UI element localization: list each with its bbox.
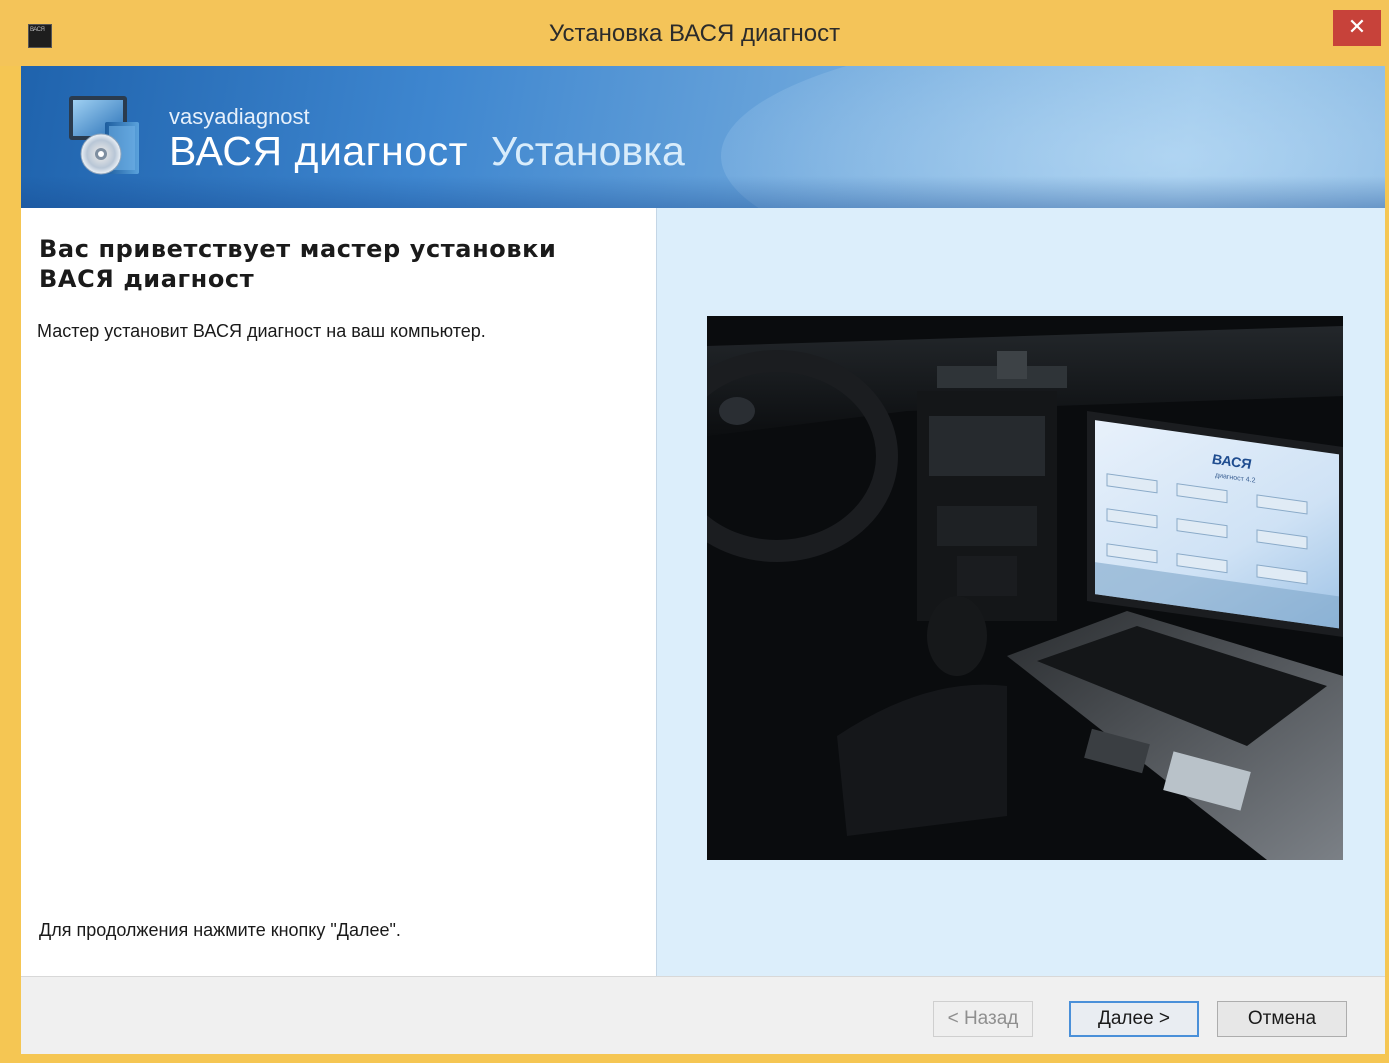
cancel-button[interactable]: Отмена [1217, 1001, 1347, 1037]
close-icon: ✕ [1347, 14, 1367, 39]
brand-subtitle: vasyadiagnost [169, 104, 310, 129]
title-bar[interactable]: ВАСЯ Установка ВАСЯ диагност ✕ [0, 0, 1389, 66]
brand-install-label: Установка [491, 128, 685, 174]
brand-name: ВАСЯ диагност [169, 128, 468, 174]
installer-window: ВАСЯ Установка ВАСЯ диагност ✕ vasyadiag… [0, 0, 1389, 1063]
wizard-header-banner: vasyadiagnost ВАСЯ диагност Установка [21, 66, 1385, 208]
car-interior-photo: ВАСЯ диагност 4.2 [707, 316, 1343, 860]
welcome-panel: Вас приветствует мастер установки ВАСЯ д… [21, 208, 656, 976]
window-title: Установка ВАСЯ диагност [548, 20, 841, 47]
wizard-footer: < Назад Далее > Отмена [21, 976, 1385, 1054]
image-panel: ВАСЯ диагност 4.2 [656, 208, 1385, 976]
close-button[interactable]: ✕ [1333, 10, 1381, 46]
welcome-description: Мастер установит ВАСЯ диагност на ваш ко… [37, 321, 486, 341]
next-button[interactable]: Далее > [1069, 1001, 1199, 1037]
installer-disc-icon [69, 96, 139, 175]
welcome-title: Вас приветствует мастер установки ВАСЯ д… [39, 235, 557, 293]
continue-hint: Для продолжения нажмите кнопку "Далее". [39, 920, 401, 940]
wizard-client-area: vasyadiagnost ВАСЯ диагност Установка Ва… [21, 66, 1385, 1054]
back-button[interactable]: < Назад [933, 1001, 1033, 1037]
